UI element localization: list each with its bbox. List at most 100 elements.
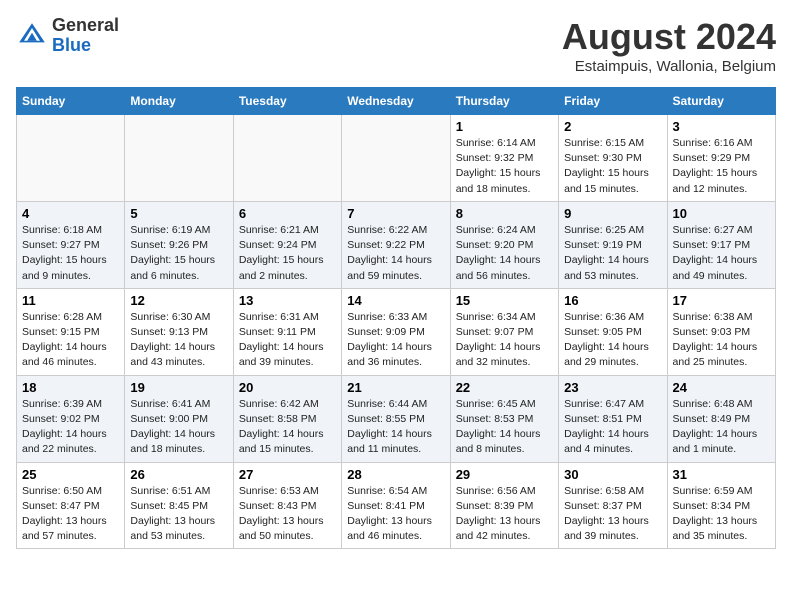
calendar-cell: 10Sunrise: 6:27 AM Sunset: 9:17 PM Dayli… (667, 201, 775, 288)
calendar-cell: 7 Sunrise: 6:22 AM Sunset: 9:22 PM Daylig… (342, 201, 450, 288)
day-number: 27 (239, 467, 336, 482)
weekday-header: Friday (559, 88, 667, 115)
day-info: Sunrise: 6:41 AM Sunset: 9:00 PM Dayligh… (130, 397, 227, 458)
weekday-header-row: SundayMondayTuesdayWednesdayThursdayFrid… (17, 88, 776, 115)
calendar-cell: 26 Sunrise: 6:51 AM Sunset: 8:45 PM Dayli… (125, 462, 233, 549)
day-info: Sunrise: 6:24 AM Sunset: 9:20 PM Dayligh… (456, 223, 553, 284)
day-info: Sunrise: 6:51 AM Sunset: 8:45 PM Dayligh… (130, 484, 227, 545)
logo-icon (16, 20, 48, 52)
calendar-cell: 19Sunrise: 6:41 AM Sunset: 9:00 PM Dayli… (125, 375, 233, 462)
calendar-cell: 22 Sunrise: 6:45 AM Sunset: 8:53 PM Dayli… (450, 375, 558, 462)
day-info: Sunrise: 6:27 AM Sunset: 9:17 PM Dayligh… (673, 223, 770, 284)
calendar-cell: 25 Sunrise: 6:50 AM Sunset: 8:47 PM Dayli… (17, 462, 125, 549)
calendar-week-row: 4Sunrise: 6:18 AM Sunset: 9:27 PM Daylig… (17, 201, 776, 288)
day-number: 6 (239, 206, 336, 221)
calendar-week-row: 1 Sunrise: 6:14 AM Sunset: 9:32 PM Daylig… (17, 115, 776, 202)
weekday-header: Wednesday (342, 88, 450, 115)
day-number: 15 (456, 293, 553, 308)
calendar-cell: 14 Sunrise: 6:33 AM Sunset: 9:09 PM Dayli… (342, 288, 450, 375)
day-number: 25 (22, 467, 119, 482)
page-header: General Blue August 2024 Estaimpuis, Wal… (16, 16, 776, 75)
calendar-cell: 5Sunrise: 6:19 AM Sunset: 9:26 PM Daylig… (125, 201, 233, 288)
calendar-cell: 13 Sunrise: 6:31 AM Sunset: 9:11 PM Dayli… (233, 288, 341, 375)
day-info: Sunrise: 6:16 AM Sunset: 9:29 PM Dayligh… (673, 136, 770, 197)
day-info: Sunrise: 6:42 AM Sunset: 8:58 PM Dayligh… (239, 397, 336, 458)
day-number: 29 (456, 467, 553, 482)
day-info: Sunrise: 6:47 AM Sunset: 8:51 PM Dayligh… (564, 397, 661, 458)
day-info: Sunrise: 6:56 AM Sunset: 8:39 PM Dayligh… (456, 484, 553, 545)
day-number: 2 (564, 119, 661, 134)
day-number: 31 (673, 467, 770, 482)
weekday-header: Sunday (17, 88, 125, 115)
calendar-cell: 24 Sunrise: 6:48 AM Sunset: 8:49 PM Dayli… (667, 375, 775, 462)
calendar-cell: 28 Sunrise: 6:54 AM Sunset: 8:41 PM Dayli… (342, 462, 450, 549)
day-info: Sunrise: 6:36 AM Sunset: 9:05 PM Dayligh… (564, 310, 661, 371)
day-number: 22 (456, 380, 553, 395)
day-info: Sunrise: 6:21 AM Sunset: 9:24 PM Dayligh… (239, 223, 336, 284)
day-info: Sunrise: 6:14 AM Sunset: 9:32 PM Dayligh… (456, 136, 553, 197)
day-info: Sunrise: 6:33 AM Sunset: 9:09 PM Dayligh… (347, 310, 444, 371)
day-info: Sunrise: 6:19 AM Sunset: 9:26 PM Dayligh… (130, 223, 227, 284)
calendar-cell: 23 Sunrise: 6:47 AM Sunset: 8:51 PM Dayli… (559, 375, 667, 462)
day-number: 1 (456, 119, 553, 134)
calendar-cell: 11 Sunrise: 6:28 AM Sunset: 9:15 PM Dayli… (17, 288, 125, 375)
calendar-cell (125, 115, 233, 202)
day-number: 3 (673, 119, 770, 134)
day-number: 18 (22, 380, 119, 395)
day-number: 13 (239, 293, 336, 308)
day-info: Sunrise: 6:15 AM Sunset: 9:30 PM Dayligh… (564, 136, 661, 197)
calendar-cell: 6 Sunrise: 6:21 AM Sunset: 9:24 PM Daylig… (233, 201, 341, 288)
day-info: Sunrise: 6:39 AM Sunset: 9:02 PM Dayligh… (22, 397, 119, 458)
weekday-header: Saturday (667, 88, 775, 115)
calendar-cell: 12Sunrise: 6:30 AM Sunset: 9:13 PM Dayli… (125, 288, 233, 375)
day-number: 9 (564, 206, 661, 221)
day-number: 24 (673, 380, 770, 395)
day-info: Sunrise: 6:53 AM Sunset: 8:43 PM Dayligh… (239, 484, 336, 545)
day-number: 30 (564, 467, 661, 482)
calendar-cell: 17Sunrise: 6:38 AM Sunset: 9:03 PM Dayli… (667, 288, 775, 375)
day-info: Sunrise: 6:44 AM Sunset: 8:55 PM Dayligh… (347, 397, 444, 458)
weekday-header: Thursday (450, 88, 558, 115)
logo-general-text: General (52, 16, 119, 36)
day-info: Sunrise: 6:22 AM Sunset: 9:22 PM Dayligh… (347, 223, 444, 284)
day-info: Sunrise: 6:54 AM Sunset: 8:41 PM Dayligh… (347, 484, 444, 545)
day-number: 28 (347, 467, 444, 482)
calendar-cell: 16 Sunrise: 6:36 AM Sunset: 9:05 PM Dayli… (559, 288, 667, 375)
day-info: Sunrise: 6:25 AM Sunset: 9:19 PM Dayligh… (564, 223, 661, 284)
day-number: 11 (22, 293, 119, 308)
day-info: Sunrise: 6:28 AM Sunset: 9:15 PM Dayligh… (22, 310, 119, 371)
day-info: Sunrise: 6:48 AM Sunset: 8:49 PM Dayligh… (673, 397, 770, 458)
calendar-cell: 4Sunrise: 6:18 AM Sunset: 9:27 PM Daylig… (17, 201, 125, 288)
calendar-week-row: 18 Sunrise: 6:39 AM Sunset: 9:02 PM Dayli… (17, 375, 776, 462)
calendar-cell: 20 Sunrise: 6:42 AM Sunset: 8:58 PM Dayli… (233, 375, 341, 462)
calendar-week-row: 11 Sunrise: 6:28 AM Sunset: 9:15 PM Dayli… (17, 288, 776, 375)
logo: General Blue (16, 16, 119, 56)
location: Estaimpuis, Wallonia, Belgium (562, 58, 776, 75)
calendar-cell (17, 115, 125, 202)
weekday-header: Monday (125, 88, 233, 115)
weekday-header: Tuesday (233, 88, 341, 115)
day-number: 17 (673, 293, 770, 308)
day-number: 26 (130, 467, 227, 482)
day-number: 7 (347, 206, 444, 221)
day-number: 20 (239, 380, 336, 395)
day-number: 16 (564, 293, 661, 308)
calendar-cell: 9 Sunrise: 6:25 AM Sunset: 9:19 PM Daylig… (559, 201, 667, 288)
day-number: 12 (130, 293, 227, 308)
day-info: Sunrise: 6:31 AM Sunset: 9:11 PM Dayligh… (239, 310, 336, 371)
calendar-cell: 3 Sunrise: 6:16 AM Sunset: 9:29 PM Daylig… (667, 115, 775, 202)
day-info: Sunrise: 6:45 AM Sunset: 8:53 PM Dayligh… (456, 397, 553, 458)
calendar-cell: 21 Sunrise: 6:44 AM Sunset: 8:55 PM Dayli… (342, 375, 450, 462)
day-number: 14 (347, 293, 444, 308)
day-number: 23 (564, 380, 661, 395)
day-info: Sunrise: 6:58 AM Sunset: 8:37 PM Dayligh… (564, 484, 661, 545)
day-info: Sunrise: 6:34 AM Sunset: 9:07 PM Dayligh… (456, 310, 553, 371)
day-number: 8 (456, 206, 553, 221)
calendar-cell: 8 Sunrise: 6:24 AM Sunset: 9:20 PM Daylig… (450, 201, 558, 288)
calendar-cell: 1 Sunrise: 6:14 AM Sunset: 9:32 PM Daylig… (450, 115, 558, 202)
calendar-cell: 2 Sunrise: 6:15 AM Sunset: 9:30 PM Daylig… (559, 115, 667, 202)
day-number: 21 (347, 380, 444, 395)
title-block: August 2024 Estaimpuis, Wallonia, Belgiu… (562, 16, 776, 75)
day-info: Sunrise: 6:50 AM Sunset: 8:47 PM Dayligh… (22, 484, 119, 545)
calendar-cell: 29 Sunrise: 6:56 AM Sunset: 8:39 PM Dayli… (450, 462, 558, 549)
